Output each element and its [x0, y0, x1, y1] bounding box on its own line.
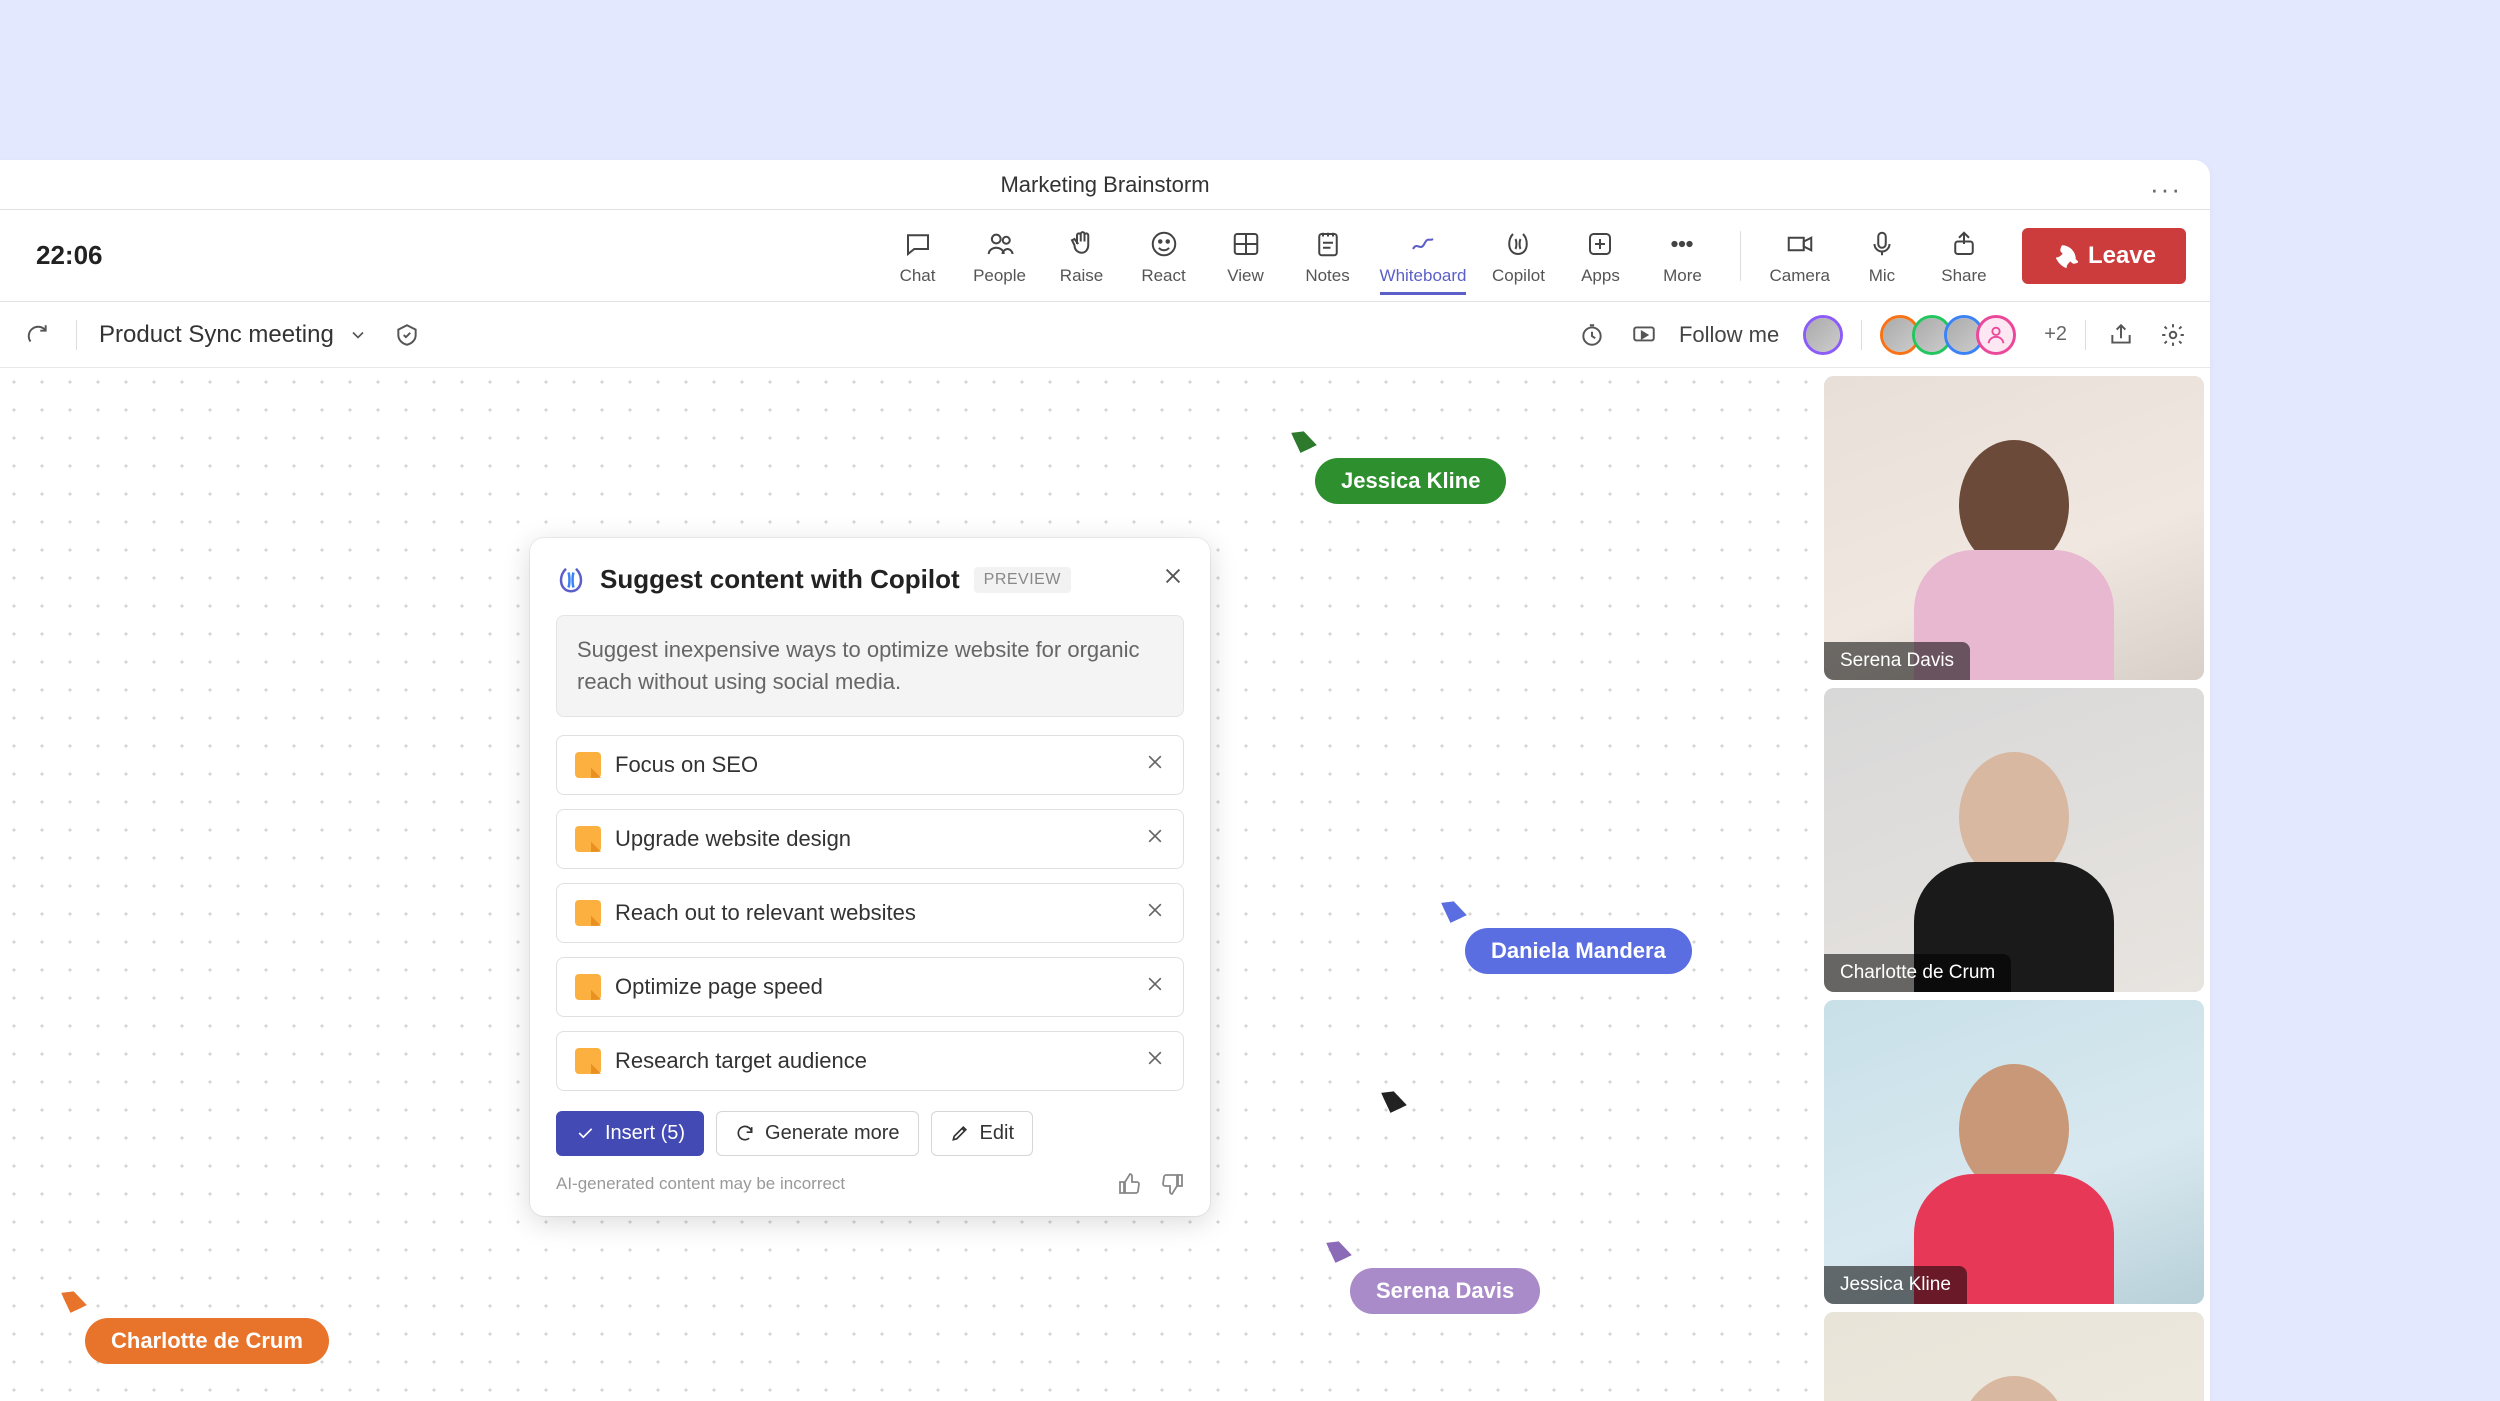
react-button[interactable]: React — [1134, 226, 1194, 286]
edit-button[interactable]: Edit — [931, 1111, 1033, 1156]
remove-suggestion-button[interactable] — [1145, 1048, 1165, 1074]
sticky-note-icon — [575, 1048, 601, 1074]
more-icon — [1664, 226, 1700, 262]
mic-icon — [1864, 226, 1900, 262]
raise-button[interactable]: Raise — [1052, 226, 1112, 286]
suggestion-item[interactable]: Upgrade website design — [556, 809, 1184, 869]
timer-button[interactable] — [1575, 318, 1609, 352]
content-area: Jessica Kline Daniela Mandera Serena Dav… — [0, 368, 2210, 1401]
participant-overflow[interactable]: +2 — [2044, 323, 2067, 346]
preview-badge: PREVIEW — [974, 567, 1071, 593]
meeting-toolbar: 22:06 Chat People Raise React View — [0, 210, 2210, 302]
apps-button[interactable]: Apps — [1570, 226, 1630, 286]
remove-suggestion-button[interactable] — [1145, 826, 1165, 852]
video-participant-name: Charlotte de Crum — [1824, 954, 2011, 992]
sticky-note-icon — [575, 826, 601, 852]
copilot-prompt[interactable]: Suggest inexpensive ways to optimize web… — [556, 615, 1184, 717]
video-tile[interactable]: Jessica Kline — [1824, 1000, 2204, 1304]
follow-me-label[interactable]: Follow me — [1679, 322, 1779, 348]
whiteboard-button[interactable]: Whiteboard — [1380, 226, 1467, 295]
redo-button[interactable] — [20, 318, 54, 352]
thumbs-down-button[interactable] — [1160, 1172, 1184, 1196]
cursor-charlotte: Charlotte de Crum — [65, 1288, 329, 1364]
notes-button[interactable]: Notes — [1298, 226, 1358, 286]
chat-button[interactable]: Chat — [888, 226, 948, 286]
copilot-logo-icon — [556, 565, 586, 595]
insert-button[interactable]: Insert (5) — [556, 1111, 704, 1156]
chevron-down-icon — [348, 325, 368, 345]
video-tile[interactable] — [1824, 1312, 2204, 1401]
video-participant-name: Serena Davis — [1824, 642, 1970, 680]
close-button[interactable] — [1162, 565, 1184, 594]
video-tile[interactable]: Charlotte de Crum — [1824, 688, 2204, 992]
copilot-button[interactable]: Copilot — [1488, 226, 1548, 286]
meeting-elapsed-time: 22:06 — [36, 240, 103, 271]
board-title-dropdown[interactable]: Product Sync meeting — [99, 321, 368, 349]
people-icon — [982, 226, 1018, 262]
suggestion-item[interactable]: Focus on SEO — [556, 735, 1184, 795]
camera-button[interactable]: Camera — [1769, 226, 1829, 286]
leave-button[interactable]: Leave — [2022, 228, 2186, 284]
copilot-panel: Suggest content with Copilot PREVIEW Sug… — [530, 538, 1210, 1216]
toolbar-divider — [1740, 231, 1741, 281]
raise-hand-icon — [1064, 226, 1100, 262]
window-more-button[interactable]: ··· — [2150, 174, 2182, 205]
sticky-note-icon — [575, 974, 601, 1000]
react-icon — [1146, 226, 1182, 262]
share-board-button[interactable] — [2104, 318, 2138, 352]
view-button[interactable]: View — [1216, 226, 1276, 286]
generate-more-button[interactable]: Generate more — [716, 1111, 919, 1156]
copilot-icon — [1500, 226, 1536, 262]
copilot-panel-title: Suggest content with Copilot — [600, 564, 960, 595]
cursor-jessica: Jessica Kline — [1295, 428, 1506, 504]
leave-icon — [2052, 243, 2078, 269]
lock-button[interactable] — [390, 318, 424, 352]
suggestion-item[interactable]: Reach out to relevant websites — [556, 883, 1184, 943]
share-icon — [1946, 226, 1982, 262]
title-bar: Marketing Brainstorm ··· — [0, 160, 2210, 210]
thumbs-up-button[interactable] — [1118, 1172, 1142, 1196]
apps-icon — [1582, 226, 1618, 262]
remove-suggestion-button[interactable] — [1145, 900, 1165, 926]
view-icon — [1228, 226, 1264, 262]
remove-suggestion-button[interactable] — [1145, 752, 1165, 778]
whiteboard-canvas[interactable]: Jessica Kline Daniela Mandera Serena Dav… — [0, 368, 1816, 1401]
refresh-icon — [735, 1123, 755, 1143]
avatar[interactable] — [1803, 315, 1843, 355]
video-tile[interactable]: Serena Davis — [1824, 376, 2204, 680]
suggestion-item[interactable]: Research target audience — [556, 1031, 1184, 1091]
participant-avatars-group[interactable] — [1880, 315, 2016, 355]
device-controls: Camera Mic Share — [1769, 226, 1993, 286]
participant-avatars[interactable] — [1803, 315, 1843, 355]
suggestion-item[interactable]: Optimize page speed — [556, 957, 1184, 1017]
whiteboard-icon — [1405, 226, 1441, 262]
ai-disclaimer: AI-generated content may be incorrect — [556, 1174, 845, 1194]
settings-button[interactable] — [2156, 318, 2190, 352]
meeting-tools: Chat People Raise React View Notes — [888, 226, 1713, 286]
close-icon — [1162, 565, 1184, 587]
notes-icon — [1310, 226, 1346, 262]
check-icon — [575, 1123, 595, 1143]
video-strip: Serena Davis Charlotte de Crum Jessica K… — [1816, 368, 2210, 1401]
present-button[interactable] — [1627, 318, 1661, 352]
window-title: Marketing Brainstorm — [1000, 172, 1209, 198]
mic-button[interactable]: Mic — [1852, 226, 1912, 286]
meeting-window: Marketing Brainstorm ··· 22:06 Chat Peop… — [0, 160, 2210, 1401]
avatar[interactable] — [1976, 315, 2016, 355]
more-button[interactable]: More — [1652, 226, 1712, 286]
chat-icon — [900, 226, 936, 262]
edit-icon — [950, 1123, 970, 1143]
copilot-suggestions: Focus on SEO Upgrade website design Reac… — [556, 735, 1184, 1091]
whiteboard-sub-bar: Product Sync meeting Follow me +2 — [0, 302, 2210, 368]
cursor-serena: Serena Davis — [1330, 1238, 1540, 1314]
people-button[interactable]: People — [970, 226, 1030, 286]
sticky-note-icon — [575, 900, 601, 926]
cursor-black — [1385, 1088, 1403, 1110]
remove-suggestion-button[interactable] — [1145, 974, 1165, 1000]
share-button[interactable]: Share — [1934, 226, 1994, 286]
cursor-daniela: Daniela Mandera — [1445, 898, 1692, 974]
camera-icon — [1782, 226, 1818, 262]
sticky-note-icon — [575, 752, 601, 778]
video-participant-name: Jessica Kline — [1824, 1266, 1967, 1304]
